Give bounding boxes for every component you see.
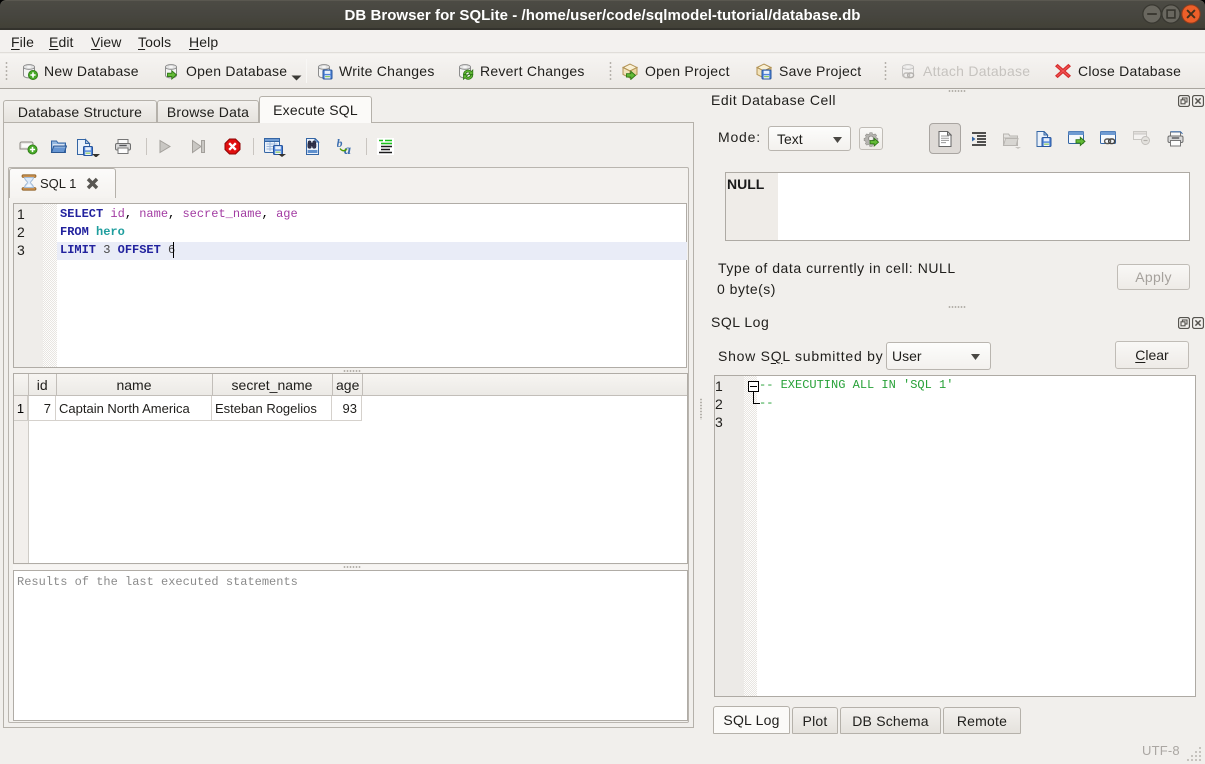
svg-text:b: b <box>337 138 343 150</box>
